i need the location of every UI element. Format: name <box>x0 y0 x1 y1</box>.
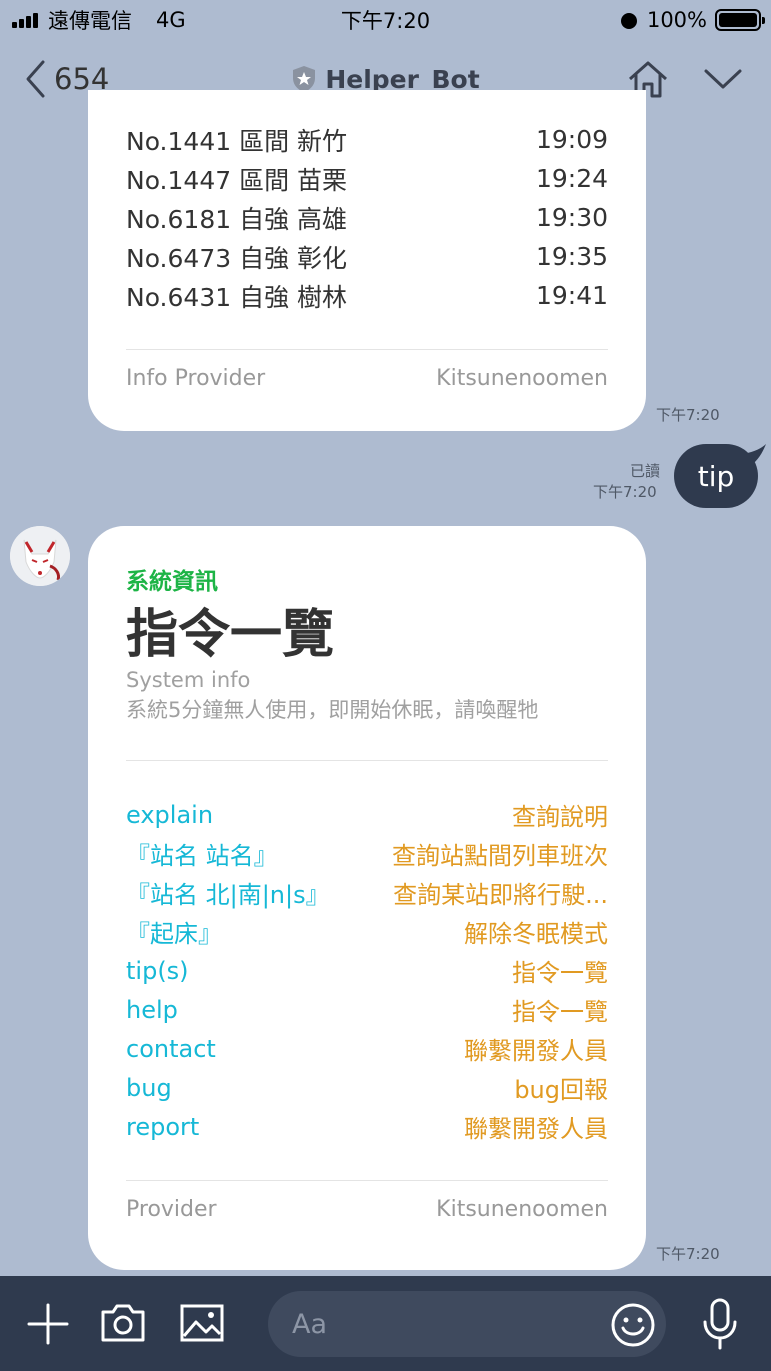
command-list: explain 查詢說明 『站名 站名』 查詢站點間列車班次 『站名 北|南|n… <box>126 795 608 1146</box>
network-type: 4G <box>156 8 186 32</box>
message-timestamp: 下午7:20 <box>656 1245 720 1263</box>
carrier-name: 遠傳電信 <box>48 9 132 33</box>
command-name: tip(s) <box>126 956 189 985</box>
message-timestamp: 下午7:20 <box>656 406 720 424</box>
command-description: 解除冬眠模式 <box>464 920 608 949</box>
add-button[interactable] <box>26 1302 70 1346</box>
card-note: 系統5分鐘無人使用，即開始休眠，請喚醒牠 <box>126 698 539 723</box>
smiley-icon <box>611 1303 655 1347</box>
chevron-left-icon <box>26 60 45 98</box>
chevron-down-icon[interactable] <box>703 67 743 91</box>
command-name: 『站名 站名』 <box>126 842 278 871</box>
command-row[interactable]: 『起床』 解除冬眠模式 <box>126 912 608 951</box>
command-row[interactable]: 『站名 站名』 查詢站點間列車班次 <box>126 834 608 873</box>
command-row[interactable]: tip(s) 指令一覽 <box>126 951 608 990</box>
battery-icon <box>715 9 765 31</box>
command-description: 聯繫開發人員 <box>464 1115 608 1144</box>
card-footer: Info Provider Kitsunenoomen <box>126 366 608 391</box>
battery-percent: 100% <box>646 8 707 32</box>
train-time: 19:09 <box>535 125 608 154</box>
train-row: No.6431 自強 樹林 19:41 <box>126 276 608 315</box>
camera-button[interactable] <box>100 1303 146 1343</box>
train-time: 19:30 <box>535 203 608 232</box>
train-row: No.1441 區間 新竹 19:09 <box>126 120 608 159</box>
command-name: help <box>126 995 178 1024</box>
sent-message-text: tip <box>697 459 735 493</box>
command-description: bug回報 <box>514 1076 608 1105</box>
status-left: 遠傳電信 4G <box>12 5 186 35</box>
image-icon <box>180 1304 224 1342</box>
train-name: No.1447 區間 苗栗 <box>126 165 348 195</box>
command-name: bug <box>126 1073 172 1102</box>
footer-provider-label: Provider <box>126 1197 217 1223</box>
alarm-icon <box>619 10 639 30</box>
command-description: 聯繫開發人員 <box>464 1037 608 1066</box>
train-time: 19:41 <box>535 281 608 310</box>
footer-provider-name: Kitsunenoomen <box>436 366 608 391</box>
footer-provider-name: Kitsunenoomen <box>436 1197 608 1223</box>
command-row[interactable]: bug bug回報 <box>126 1068 608 1107</box>
message-input-placeholder: Aa <box>292 1308 328 1340</box>
card-divider <box>126 349 608 350</box>
read-receipt: 已讀 <box>630 462 661 480</box>
status-right: 100% <box>619 8 765 32</box>
camera-icon <box>101 1304 145 1342</box>
command-name: 『起床』 <box>126 920 222 949</box>
card-subtitle: System info <box>126 668 251 693</box>
train-list: No.1441 區間 新竹 19:09 No.1447 區間 苗栗 19:24 … <box>126 90 608 315</box>
command-name: 『站名 北|南|n|s』 <box>126 881 330 910</box>
message-timestamp: 下午7:20 <box>593 483 657 501</box>
card-title: 指令一覽 <box>126 605 335 665</box>
command-description: 查詢站點間列車班次 <box>392 842 608 871</box>
signal-icon <box>12 12 38 28</box>
card-divider <box>126 760 608 762</box>
command-description: 指令一覽 <box>512 998 608 1027</box>
train-row: No.6181 自強 高雄 19:30 <box>126 198 608 237</box>
command-row[interactable]: contact 聯繫開發人員 <box>126 1029 608 1068</box>
command-row[interactable]: report 聯繫開發人員 <box>126 1107 608 1146</box>
train-name: No.1441 區間 新竹 <box>126 126 348 156</box>
command-row[interactable]: 『站名 北|南|n|s』 查詢某站即將行駛... <box>126 873 608 912</box>
command-name: report <box>126 1112 200 1141</box>
footer-provider-label: Info Provider <box>126 366 266 391</box>
composer-bar: Aa <box>0 1276 771 1371</box>
gallery-button[interactable] <box>180 1304 224 1342</box>
train-name: No.6431 自強 樹林 <box>126 282 348 312</box>
card-category-label: 系統資訊 <box>126 569 218 595</box>
status-bar: 遠傳電信 4G 下午7:20 100% <box>0 0 771 40</box>
message-input[interactable]: Aa <box>268 1291 666 1357</box>
bot-avatar[interactable] <box>10 526 70 586</box>
card-divider <box>126 1180 608 1182</box>
train-time: 19:35 <box>535 242 608 271</box>
kitsune-mask-avatar-image <box>10 526 70 586</box>
train-time: 19:24 <box>535 164 608 193</box>
train-schedule-card[interactable]: No.1441 區間 新竹 19:09 No.1447 區間 苗栗 19:24 … <box>88 90 646 431</box>
command-description: 指令一覽 <box>512 959 608 988</box>
command-row[interactable]: help 指令一覽 <box>126 990 608 1029</box>
voice-button[interactable] <box>700 1298 740 1350</box>
plus-icon <box>27 1303 69 1345</box>
train-row: No.6473 自強 彰化 19:35 <box>126 237 608 276</box>
train-name: No.6181 自強 高雄 <box>126 204 348 234</box>
train-name: No.6473 自強 彰化 <box>126 243 348 273</box>
microphone-icon <box>703 1298 737 1350</box>
command-name: contact <box>126 1034 216 1063</box>
command-list-card[interactable]: 系統資訊 指令一覽 System info 系統5分鐘無人使用，即開始休眠，請喚… <box>88 526 646 1270</box>
card-header: 系統資訊 指令一覽 System info 系統5分鐘無人使用，即開始休眠，請喚… <box>126 526 608 724</box>
official-account-shield-icon <box>293 66 316 92</box>
sent-message-bubble[interactable]: tip <box>674 444 758 508</box>
emoji-button[interactable] <box>610 1302 656 1348</box>
command-name: explain <box>126 800 214 829</box>
command-description: 查詢某站即將行駛... <box>393 881 608 910</box>
command-row[interactable]: explain 查詢說明 <box>126 795 608 834</box>
command-description: 查詢說明 <box>512 803 608 832</box>
card-footer: Provider Kitsunenoomen <box>126 1197 608 1222</box>
train-row: No.1447 區間 苗栗 19:24 <box>126 159 608 198</box>
